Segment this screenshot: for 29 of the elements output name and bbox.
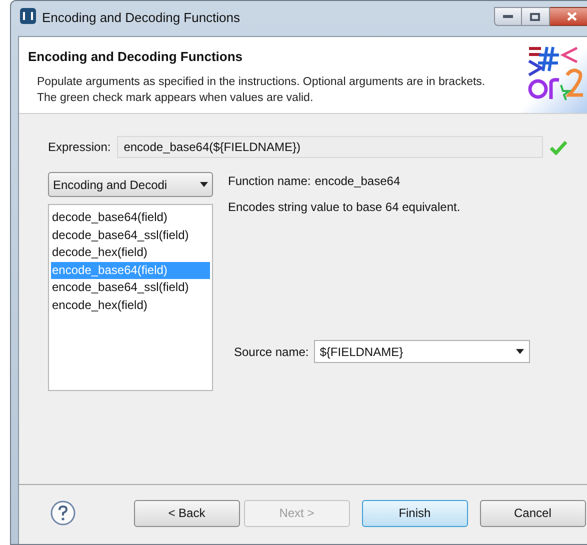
expression-field[interactable]: encode_base64(${FIELDNAME}) xyxy=(116,136,543,158)
close-button[interactable] xyxy=(550,7,587,26)
maximize-icon xyxy=(530,12,540,20)
caret-icon xyxy=(200,182,208,187)
help-icon[interactable] xyxy=(50,500,76,526)
function-description: Encodes string value to base 64 equivalent. xyxy=(228,199,462,216)
source-name-label: Source name: xyxy=(234,344,309,360)
app-logo-icon xyxy=(20,8,36,24)
function-list-item[interactable]: encode_hex(field) xyxy=(51,296,210,314)
dialog-button[interactable]: Finish xyxy=(362,500,468,526)
close-icon xyxy=(567,12,578,21)
caret-icon xyxy=(516,349,524,354)
window-title: Encoding and Decoding Functions xyxy=(42,9,240,27)
function-list-item[interactable]: decode_base64(field) xyxy=(51,209,210,226)
function-list-item[interactable]: decode_hex(field) xyxy=(51,244,210,262)
header-description: Populate arguments as specified in the instructions. Optional arguments are in brackets. The green check mark appears when values are valid. xyxy=(37,74,486,106)
minimize-button[interactable] xyxy=(494,7,522,26)
dialog-button[interactable]: < Back xyxy=(134,500,240,526)
header-title: Encoding and Decoding Functions xyxy=(28,48,244,66)
function-name-value: encode_base64 xyxy=(314,173,400,190)
maximize-button[interactable] xyxy=(522,7,550,26)
function-list-item[interactable]: encode_base64_ssl(field) xyxy=(51,279,210,296)
minimize-icon xyxy=(502,15,513,18)
function-list-item[interactable]: decode_base64_ssl(field) xyxy=(51,226,210,244)
category-dropdown[interactable]: Encoding and Decodi xyxy=(48,172,213,197)
expression-label: Expression: xyxy=(48,139,111,156)
function-name-label: Function name: xyxy=(228,173,311,190)
source-name-dropdown[interactable]: ${FIELDNAME} xyxy=(314,340,530,363)
dialog-button[interactable]: Cancel xyxy=(480,500,586,526)
